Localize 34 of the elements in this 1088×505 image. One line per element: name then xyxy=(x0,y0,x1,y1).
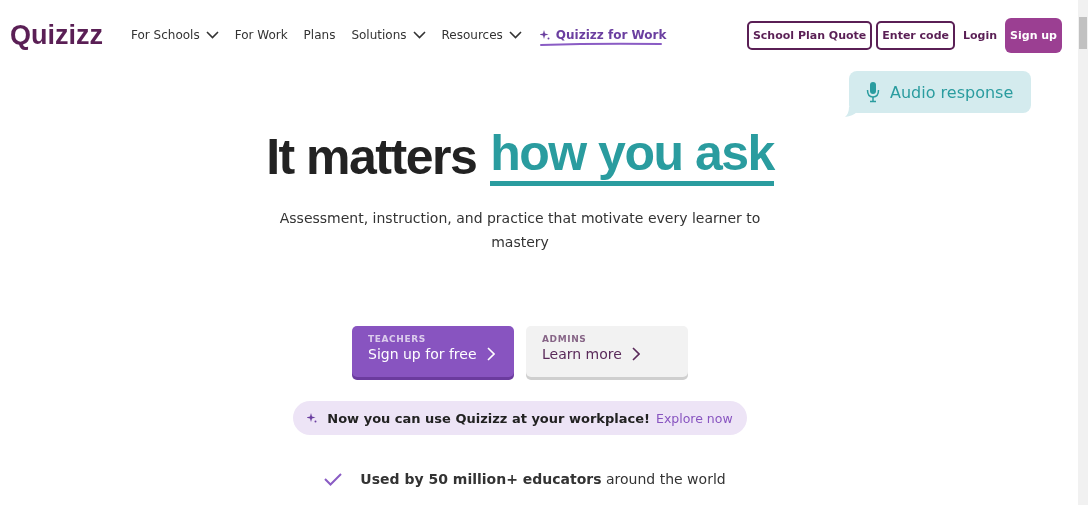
nav-link[interactable]: Quizizz for Work xyxy=(539,28,667,47)
headline-accent: how you ask xyxy=(490,128,774,186)
cta-label: Sign up for free xyxy=(368,346,477,362)
cta-eyebrow: TEACHERS xyxy=(368,334,426,344)
learn-more-button[interactable]: ADMINS Learn more xyxy=(526,326,688,377)
chevron-right-icon xyxy=(631,347,640,361)
sparkle-icon xyxy=(307,413,318,423)
sparkle-icon xyxy=(539,30,550,40)
subtitle: Assessment, instruction, and practice that motivate every learner to mastery xyxy=(278,209,762,252)
nav-link[interactable]: Resources xyxy=(441,28,522,42)
outline-button[interactable]: School Plan Quote xyxy=(746,20,873,50)
nav-link[interactable]: For Work xyxy=(234,28,288,42)
banner-text: Now you can use Quizizz at your workplace! xyxy=(327,410,650,426)
chevron-down-icon xyxy=(412,31,426,39)
cta-eyebrow: ADMINS xyxy=(542,334,587,344)
chevron-down-icon xyxy=(508,31,522,39)
cta-label: Learn more xyxy=(542,346,622,362)
chevron-right-icon xyxy=(486,347,495,361)
chevron-down-icon xyxy=(205,31,219,39)
nav-link[interactable]: Plans xyxy=(303,28,336,42)
bubble-label: Audio response xyxy=(890,82,1014,102)
outline-button[interactable]: Enter code xyxy=(876,20,955,50)
scrollbar[interactable] xyxy=(1078,0,1088,505)
headline: It matters xyxy=(266,128,477,186)
login-link[interactable]: Login xyxy=(959,22,1002,48)
microphone-icon xyxy=(866,81,880,103)
logo[interactable]: Quizizz xyxy=(10,19,103,51)
signup-cta-button[interactable]: TEACHERS Sign up for free xyxy=(352,326,514,377)
explore-link[interactable]: Explore now xyxy=(656,410,733,426)
check-icon xyxy=(324,472,343,486)
signup-button[interactable]: Sign up xyxy=(1005,17,1062,53)
nav-link[interactable]: For Schools xyxy=(131,28,219,42)
highlight-text: Used by 50 million+ educators around the world xyxy=(360,471,726,487)
nav-link[interactable]: Solutions xyxy=(351,28,426,42)
